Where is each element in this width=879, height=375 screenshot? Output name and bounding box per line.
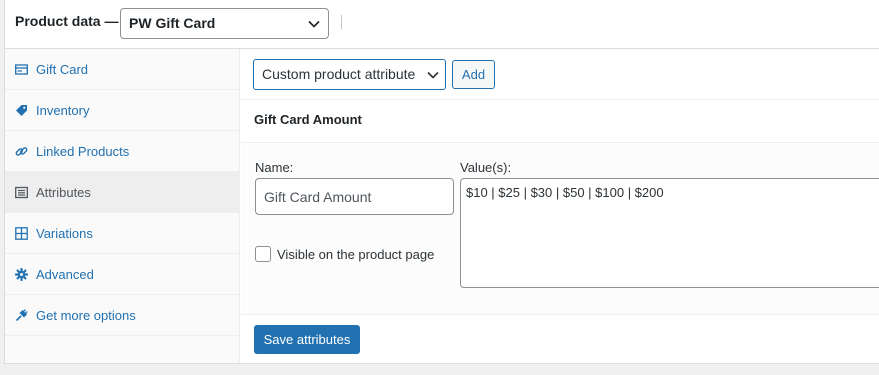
- attribute-title: Gift Card Amount: [254, 112, 362, 127]
- link-icon: [15, 145, 28, 158]
- product-data-title: Product data —: [15, 13, 119, 29]
- name-label: Name:: [255, 160, 294, 175]
- attribute-values-textarea[interactable]: $10 | $25 | $30 | $50 | $100 | $200: [460, 178, 879, 288]
- product-data-panel: Product data — PW Gift Card Gift Card In…: [4, 0, 879, 364]
- tab-get-more-options[interactable]: Get more options: [5, 295, 240, 336]
- tab-label: Variations: [36, 225, 93, 241]
- attribute-body: Name: Visible on the product page Value(…: [241, 144, 879, 315]
- tab-label: Advanced: [36, 266, 94, 282]
- gear-icon: [15, 267, 28, 281]
- attributes-panel: Custom product attribute Add Gift Card A…: [241, 49, 879, 363]
- tab-gift-card[interactable]: Gift Card: [5, 49, 240, 90]
- tab-variations[interactable]: Variations: [5, 213, 240, 254]
- attribute-header[interactable]: Gift Card Amount: [241, 101, 879, 143]
- attribute-type-select[interactable]: Custom product attribute: [253, 59, 446, 90]
- values-label: Value(s):: [460, 160, 512, 175]
- tag-icon: [15, 104, 28, 117]
- tab-label: Inventory: [36, 102, 90, 118]
- chevron-down-icon: [308, 9, 320, 38]
- product-data-tabs: Gift Card Inventory Linked Products Attr…: [5, 49, 240, 363]
- tab-attributes[interactable]: Attributes: [5, 172, 240, 213]
- attribute-type-value: Custom product attribute: [262, 66, 416, 82]
- plugin-icon: [15, 308, 28, 322]
- tab-label: Get more options: [36, 307, 136, 323]
- tab-label: Gift Card: [36, 61, 89, 77]
- tab-advanced[interactable]: Advanced: [5, 254, 240, 295]
- add-attribute-button[interactable]: Add: [452, 60, 495, 89]
- save-attributes-button[interactable]: Save attributes: [254, 325, 360, 354]
- product-type-select[interactable]: PW Gift Card: [120, 8, 329, 39]
- grid-icon: [15, 226, 28, 240]
- tab-label: Linked Products: [36, 143, 130, 159]
- header-separator: [341, 15, 342, 29]
- attribute-name-input[interactable]: [255, 178, 454, 215]
- gift-card-icon: [15, 63, 28, 76]
- visible-on-product-page-label: Visible on the product page: [277, 247, 435, 262]
- product-data-header: Product data — PW Gift Card: [5, 0, 879, 49]
- visible-on-product-page-checkbox[interactable]: [255, 246, 271, 262]
- tab-inventory[interactable]: Inventory: [5, 90, 240, 131]
- attributes-toolbar: Custom product attribute Add: [241, 49, 879, 100]
- tab-linked-products[interactable]: Linked Products: [5, 131, 240, 172]
- product-type-value: PW Gift Card: [129, 15, 216, 31]
- chevron-down-icon: [427, 60, 439, 89]
- tab-label: Attributes: [36, 184, 91, 200]
- list-icon: [15, 186, 28, 199]
